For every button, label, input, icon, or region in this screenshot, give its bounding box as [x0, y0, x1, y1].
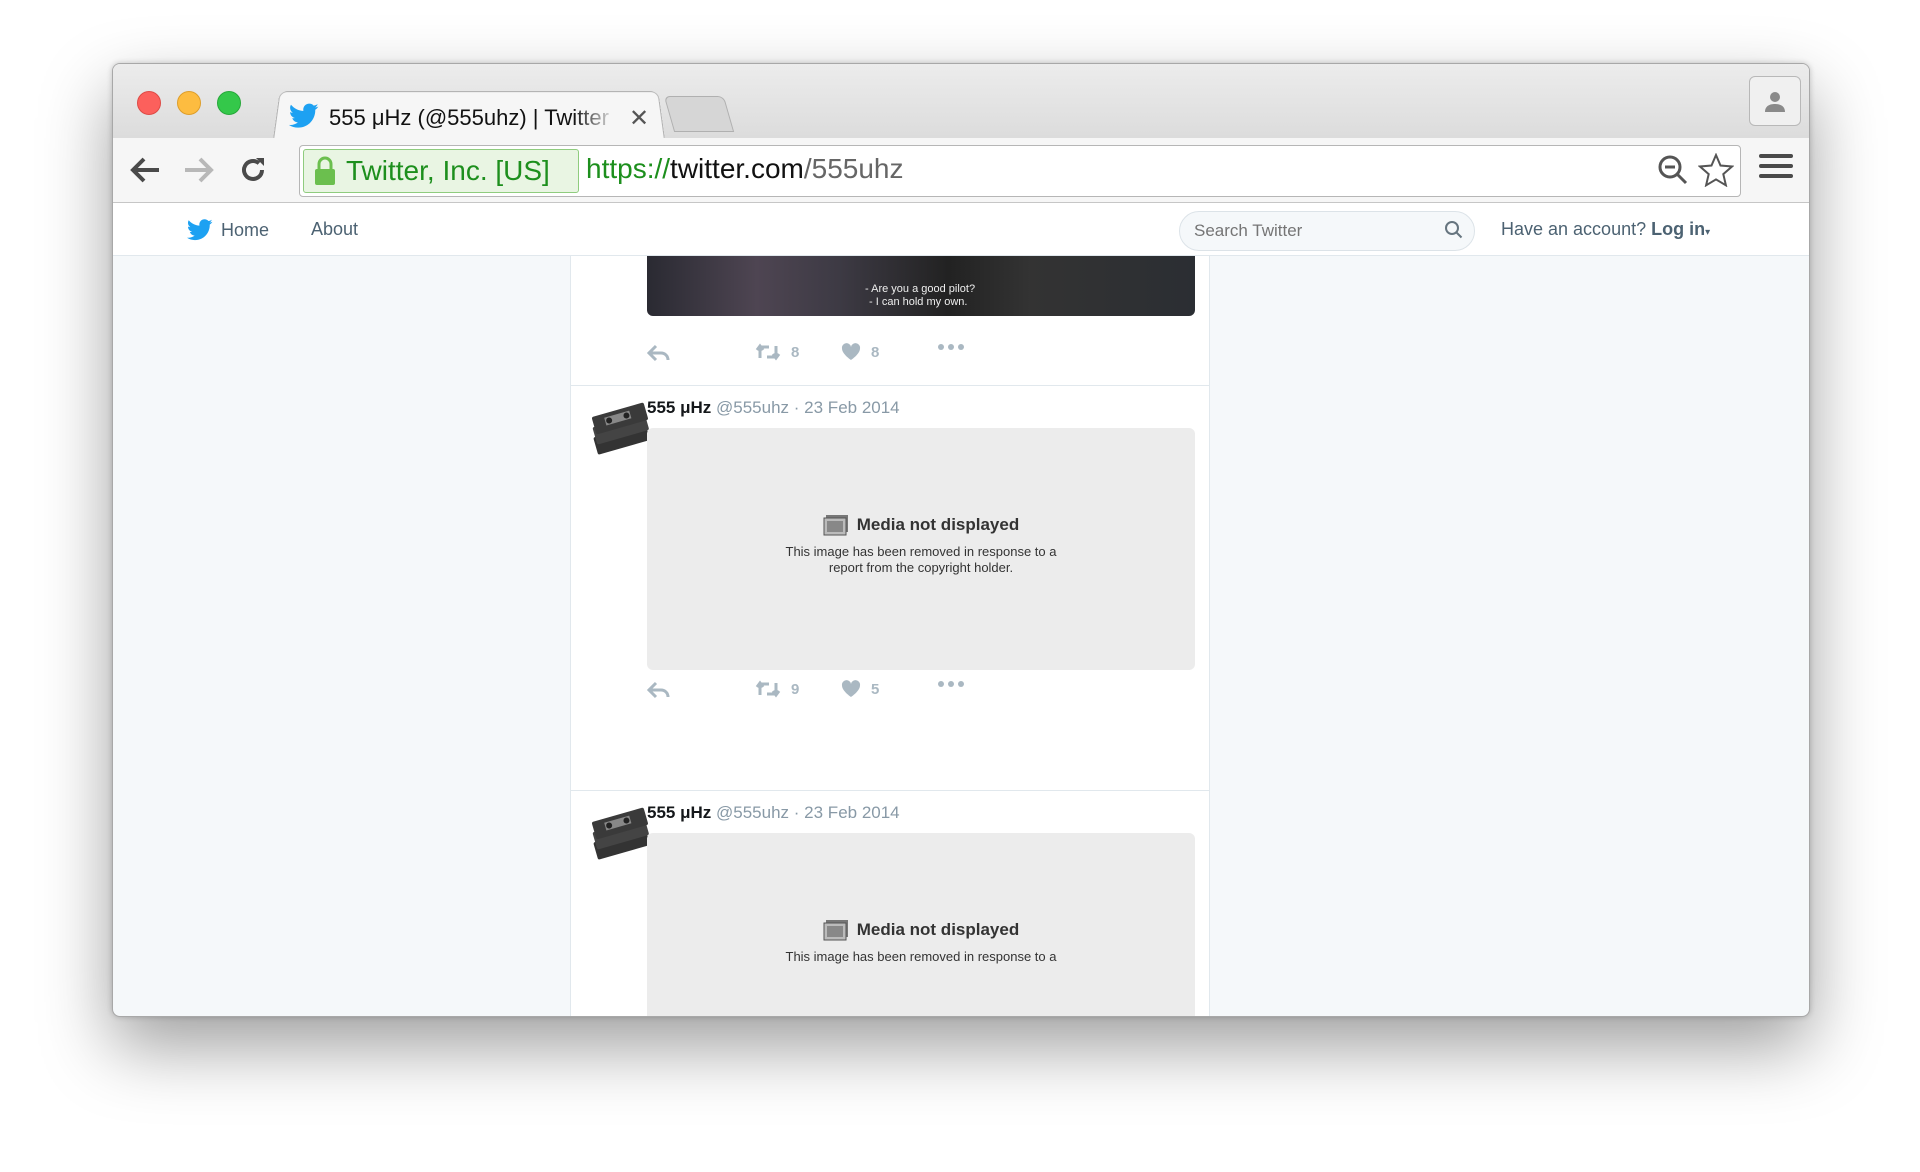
- image-icon: [823, 515, 848, 536]
- like-button[interactable]: 8: [841, 343, 879, 361]
- tab-strip: 555 μHz (@555uhz) | Twitter ✕: [113, 64, 1809, 140]
- more-options-icon[interactable]: [937, 680, 965, 688]
- like-count: 8: [871, 343, 880, 361]
- reply-icon[interactable]: [647, 343, 671, 363]
- user-icon: [1765, 92, 1785, 112]
- new-tab-button[interactable]: [663, 96, 735, 132]
- tweet[interactable]: - Are you a good pilot? - I can hold my …: [571, 256, 1209, 386]
- login-area[interactable]: Have an account? Log in▾: [1501, 219, 1710, 240]
- menu-hamburger-icon[interactable]: [1759, 154, 1793, 184]
- search-icon[interactable]: [1444, 220, 1464, 240]
- tweet-header: 555 μHz @555uhz · 23 Feb 2014: [647, 398, 900, 418]
- subtitle-line: - Are you a good pilot?: [865, 283, 976, 295]
- login-prefix: Have an account?: [1501, 219, 1647, 239]
- maximize-window-button[interactable]: [217, 91, 241, 115]
- url-host: twitter.com: [670, 153, 804, 184]
- media-removed-text: This image has been removed in response …: [785, 949, 1057, 964]
- tweet-author-name[interactable]: 555 μHz: [647, 398, 711, 417]
- media-title-text: Media not displayed: [856, 515, 1020, 534]
- separator-dot: ·: [793, 398, 800, 417]
- url-text[interactable]: https://twitter.com/555uhz: [586, 153, 904, 185]
- nav-home-label: Home: [221, 219, 270, 240]
- retweet-icon: [755, 343, 781, 361]
- lock-icon: [315, 156, 335, 185]
- url-path: /555uhz: [803, 153, 904, 184]
- browser-window: 555 μHz (@555uhz) | Twitter ✕ Twitter, I…: [112, 63, 1810, 1017]
- tweet-media-image[interactable]: - Are you a good pilot? - I can hold my …: [647, 256, 1195, 316]
- tweet-date[interactable]: 23 Feb 2014: [804, 398, 899, 417]
- retweet-button[interactable]: 9: [755, 680, 799, 698]
- subtitle-line: - I can hold my own.: [869, 296, 968, 308]
- image-icon: [823, 920, 848, 941]
- retweet-button[interactable]: 8: [755, 343, 799, 361]
- tab-close-icon[interactable]: ✕: [629, 104, 649, 133]
- media-placeholder: Media not displayed This image has been …: [647, 428, 1195, 670]
- twitter-navbar: Home About Have an account? Log in▾: [113, 203, 1809, 256]
- media-subtitle: - Are you a good pilot? - I can hold my …: [865, 283, 975, 309]
- tweet-header: 555 μHz @555uhz · 23 Feb 2014: [647, 803, 900, 823]
- avatar[interactable]: [587, 400, 650, 455]
- more-options-icon[interactable]: [937, 343, 965, 351]
- nav-home[interactable]: Home: [187, 219, 269, 241]
- media-not-displayed-title: Media not displayed: [647, 514, 1195, 536]
- tweet[interactable]: 555 μHz @555uhz · 23 Feb 2014 Media not …: [571, 386, 1209, 791]
- tab-title: 555 μHz (@555uhz) | Twitter: [329, 105, 609, 130]
- nav-about[interactable]: About: [311, 219, 358, 240]
- like-count: 5: [871, 680, 880, 698]
- twitter-bird-icon: [187, 219, 213, 241]
- address-bar[interactable]: Twitter, Inc. [US] https://twitter.com/5…: [299, 145, 1741, 197]
- retweet-icon: [755, 680, 781, 698]
- like-button[interactable]: 5: [841, 680, 879, 698]
- search-input[interactable]: [1194, 221, 1434, 241]
- url-scheme: https://: [586, 153, 671, 184]
- close-window-button[interactable]: [137, 91, 161, 115]
- media-removed-text: This image has been removed in response …: [785, 544, 1057, 575]
- browser-toolbar: Twitter, Inc. [US] https://twitter.com/5…: [113, 138, 1809, 203]
- forward-arrow-icon[interactable]: [181, 152, 217, 188]
- back-arrow-icon[interactable]: [127, 152, 163, 188]
- profile-button[interactable]: [1749, 76, 1801, 126]
- active-tab-content[interactable]: 555 μHz (@555uhz) | Twitter ✕: [288, 98, 659, 138]
- reply-icon[interactable]: [647, 680, 671, 700]
- tweet-author-handle[interactable]: @555uhz: [716, 803, 789, 822]
- separator-dot: ·: [793, 803, 800, 822]
- ev-label: Twitter, Inc. [US]: [346, 155, 550, 186]
- tweet-author-name[interactable]: 555 μHz: [647, 803, 711, 822]
- caret-down-icon: ▾: [1705, 227, 1711, 238]
- media-placeholder: Media not displayed This image has been …: [647, 833, 1195, 1016]
- tweet-author-handle[interactable]: @555uhz: [716, 398, 789, 417]
- bookmark-star-icon[interactable]: [1698, 153, 1734, 187]
- tweet-date[interactable]: 23 Feb 2014: [804, 803, 899, 822]
- media-title-text: Media not displayed: [856, 920, 1020, 939]
- tweet-actions: 9 5: [647, 680, 1195, 704]
- ev-certificate-badge[interactable]: Twitter, Inc. [US]: [303, 149, 579, 193]
- timeline: - Are you a good pilot? - I can hold my …: [570, 256, 1210, 1016]
- heart-icon: [841, 680, 861, 697]
- tweet[interactable]: 555 μHz @555uhz · 23 Feb 2014 Media not …: [571, 791, 1209, 1016]
- avatar[interactable]: [587, 805, 650, 860]
- minimize-window-button[interactable]: [177, 91, 201, 115]
- login-link[interactable]: Log in: [1651, 219, 1705, 239]
- heart-icon: [841, 343, 861, 360]
- retweet-count: 8: [791, 343, 800, 361]
- twitter-bird-icon: [288, 103, 319, 134]
- tweet-actions: 8 8: [647, 343, 1195, 367]
- retweet-count: 9: [791, 680, 800, 698]
- search-box[interactable]: [1179, 211, 1475, 251]
- zoom-out-icon[interactable]: [1656, 153, 1690, 187]
- reload-icon[interactable]: [235, 152, 271, 188]
- media-not-displayed-title: Media not displayed: [647, 919, 1195, 941]
